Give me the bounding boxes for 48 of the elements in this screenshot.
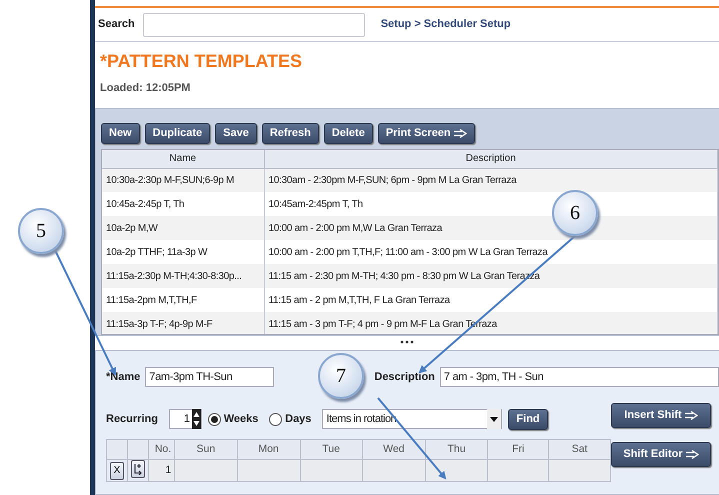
description-field[interactable]: 7 am - 3pm, TH - Sun	[440, 367, 719, 387]
number-spinner[interactable]: 1	[168, 409, 202, 429]
toolbar-button[interactable]: Print Screen	[378, 123, 475, 144]
toolbar-button[interactable]: Refresh	[262, 123, 319, 144]
page-title: *PATTERN TEMPLATES	[100, 51, 302, 71]
caret-icon	[487, 409, 502, 429]
toolbar-button[interactable]: Delete	[324, 123, 373, 144]
search-label: Search	[98, 17, 135, 32]
table-cell: 10:30a-2:30p M-F,SUN;6-9p M	[106, 174, 234, 186]
table-cell: 11:15a-2pm M,T,TH,F	[106, 294, 197, 306]
row-number: 1	[165, 464, 172, 476]
rotation-dropdown[interactable]: Items in rotation	[322, 409, 502, 429]
radio-label: Days	[285, 412, 312, 427]
toolbar-button[interactable]: Save	[215, 123, 257, 144]
table-cell: 11:15 am - 2 pm M,T,TH, F La Gran Terraza	[268, 294, 450, 306]
table-cell: 10:00 am - 2:00 pm T,TH,F; 11:00 am - 3:00 pm W La Gran Terraza	[268, 246, 548, 258]
side-button[interactable]: Shift Editor	[611, 442, 711, 467]
recurring-label: Recurring	[106, 412, 158, 427]
remove-row-button[interactable]: X	[110, 462, 124, 480]
table-cell: 10a-2p TTHF; 11a-3p W	[106, 246, 208, 258]
insert-row-button[interactable]	[131, 460, 145, 478]
table-cell: 11:15a-2:30p M-TH;4:30-8:30p...	[106, 270, 242, 282]
table-cell: 10:30am - 2:30pm M-F,SUN; 6pm - 9pm M La Gran Terraza	[268, 174, 516, 186]
grip-icon[interactable]	[400, 340, 414, 344]
side-button[interactable]: Insert Shift	[611, 403, 711, 428]
table-cell: 10:45a-2:45p T, Th	[106, 198, 184, 210]
insert-icon	[133, 463, 143, 476]
table-cell: 10a-2p M,W	[106, 222, 158, 234]
column-header[interactable]: Description	[264, 150, 718, 168]
name-label: *Name	[106, 370, 140, 385]
breadcrumb[interactable]: Setup > Scheduler Setup	[380, 16, 511, 33]
radio-button[interactable]	[269, 412, 282, 426]
find-button[interactable]: Find	[508, 408, 548, 430]
radio-button[interactable]	[208, 412, 221, 426]
description-label: Description	[374, 370, 435, 385]
column-header[interactable]: Name	[102, 150, 264, 168]
toolbar-button[interactable]: Duplicate	[144, 123, 210, 144]
loaded-time: Loaded: 12:05PM	[100, 82, 190, 94]
table-cell: 11:15a-3p T-F; 4p-9p M-F	[106, 318, 212, 330]
arrow-icon	[684, 411, 698, 420]
spin-arrows-icon[interactable]	[192, 409, 201, 429]
table-cell: 10:45am-2:45pm T, Th	[268, 198, 363, 210]
search-field[interactable]	[142, 12, 365, 36]
radio-label: Weeks	[224, 412, 258, 427]
table-cell: 10:00 am - 2:00 pm M,W La Gran Terraza	[268, 222, 442, 234]
toolbar-button[interactable]: New	[101, 123, 140, 144]
arrow-icon	[686, 450, 699, 459]
name-field[interactable]: 7am-3pm TH-Sun	[145, 367, 274, 387]
